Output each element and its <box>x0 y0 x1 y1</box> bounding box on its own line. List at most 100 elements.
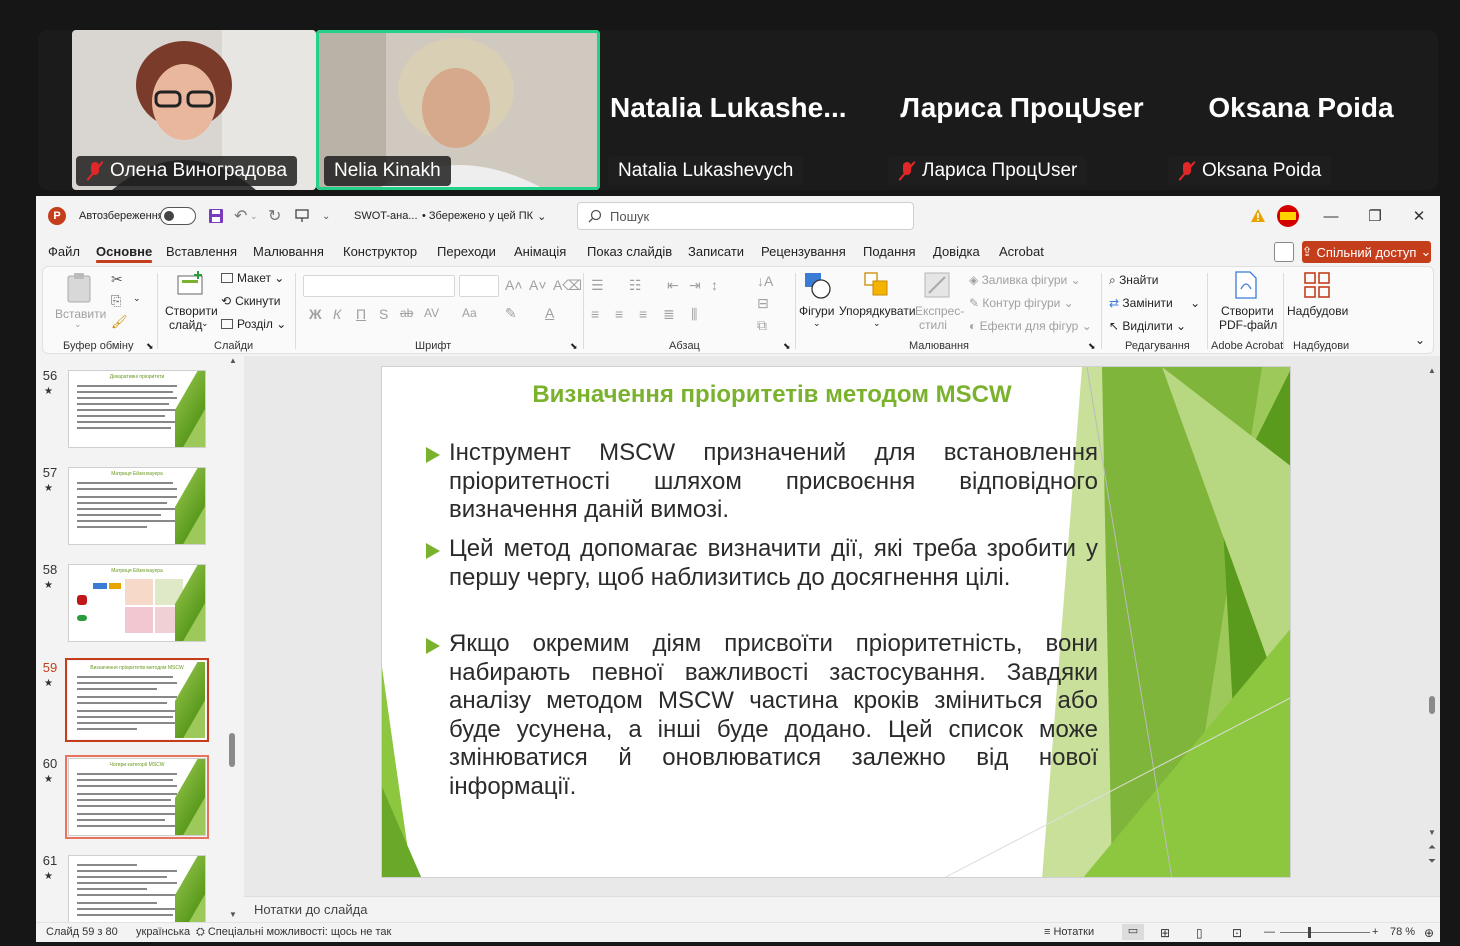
zoom-in-icon[interactable]: + <box>1372 926 1378 938</box>
slide-bullet[interactable]: Якщо окремим діям присвоїти пріоритетніс… <box>426 630 1098 801</box>
character-spacing-button[interactable]: AV <box>424 306 439 320</box>
decrease-font-icon[interactable]: A˅ <box>529 277 547 293</box>
slide-counter[interactable]: Слайд 59 з 80 <box>46 926 118 938</box>
tab-insert[interactable]: Вставлення <box>166 244 237 259</box>
align-right-icon[interactable]: ≡ <box>639 306 647 322</box>
zoom-slider-thumb[interactable] <box>1308 927 1311 938</box>
zoom-level[interactable]: 78 % <box>1390 926 1415 938</box>
section-button[interactable]: Розділ ⌄ <box>221 317 286 331</box>
shapes-button[interactable] <box>803 271 833 302</box>
zoom-out-icon[interactable]: — <box>1264 926 1275 938</box>
participant-tile[interactable]: Natalia Lukashe... Natalia Lukashevych <box>604 30 880 190</box>
undo-dropdown-icon[interactable]: ⌄ <box>250 196 258 236</box>
new-slide-button[interactable] <box>176 271 204 300</box>
shape-outline-button[interactable]: ✎ Контур фігури ⌄ <box>969 296 1074 310</box>
italic-button[interactable]: К <box>333 306 341 322</box>
participant-tile[interactable]: Oksana Poida Oksana Poida <box>1164 30 1438 190</box>
share-button[interactable]: ⇪ Спільний доступ ⌄ <box>1302 241 1431 263</box>
align-left-icon[interactable]: ≡ <box>591 306 599 322</box>
dialog-launcher-icon[interactable]: ⬊ <box>570 341 578 352</box>
find-button[interactable]: ⌕ Знайти <box>1109 273 1159 288</box>
addins-button[interactable] <box>1303 271 1331 302</box>
dialog-launcher-icon[interactable]: ⬊ <box>146 341 154 352</box>
bullets-icon[interactable]: ☰ <box>591 277 604 294</box>
minimize-icon[interactable]: — <box>1309 196 1353 236</box>
scrollbar-thumb[interactable] <box>1429 696 1435 714</box>
underline-button[interactable]: П <box>356 306 366 322</box>
thumbnails-scrollbar[interactable] <box>229 733 235 767</box>
clear-formatting-icon[interactable]: A⌫ <box>553 277 582 294</box>
comments-button[interactable] <box>1274 242 1294 262</box>
tab-transitions[interactable]: Переходи <box>437 244 496 259</box>
smartart-icon[interactable]: ⧉ <box>757 317 767 334</box>
tab-view[interactable]: Подання <box>863 244 916 259</box>
save-status[interactable]: • Збережено у цей ПК ⌄ <box>422 196 546 236</box>
increase-font-icon[interactable]: A˄ <box>505 277 523 293</box>
account-avatar[interactable] <box>1276 196 1300 236</box>
slide-bullet[interactable]: Інструмент MSCW призначений для встановл… <box>426 439 1098 525</box>
align-text-icon[interactable]: ⊟ <box>757 295 769 312</box>
layout-button[interactable]: Макет ⌄ <box>221 271 284 285</box>
redo-icon[interactable]: ↻ <box>268 196 281 236</box>
arrange-button[interactable] <box>863 271 891 302</box>
slide-title[interactable]: Визначення пріоритетів методом MSCW <box>382 381 1162 409</box>
increase-indent-icon[interactable]: ⇥ <box>689 277 701 294</box>
shape-effects-button[interactable]: ◐ Ефекти для фігур ⌄ <box>969 319 1092 333</box>
select-button[interactable]: ↖ Виділити ⌄ <box>1109 319 1186 333</box>
copy-icon[interactable]: ⎘ <box>111 293 121 309</box>
previous-slide-icon[interactable]: ⏶ <box>1428 842 1436 853</box>
close-icon[interactable]: ✕ <box>1397 196 1441 236</box>
zoom-slider[interactable] <box>1280 932 1370 933</box>
strikethrough-button[interactable]: ab <box>400 306 413 320</box>
tab-draw[interactable]: Малювання <box>253 244 324 259</box>
notes-pane[interactable]: Нотатки до слайда <box>244 896 1440 922</box>
dialog-launcher-icon[interactable]: ⬊ <box>1088 341 1096 352</box>
font-color-icon[interactable]: A <box>545 305 554 321</box>
thumbnail-slide[interactable]: Матриця Ейзенхауера <box>68 467 206 545</box>
tab-review[interactable]: Рецензування <box>761 244 846 259</box>
tab-design[interactable]: Конструктор <box>343 244 417 259</box>
scroll-up-icon[interactable]: ▲ <box>229 356 237 365</box>
tab-file[interactable]: Файл <box>48 244 80 259</box>
normal-view-icon[interactable]: ▭ <box>1122 924 1144 940</box>
participant-tile-active[interactable]: Nelia Kinakh <box>316 30 600 190</box>
editor-scrollbar[interactable]: ▲ ▼ <box>1428 366 1436 837</box>
align-center-icon[interactable]: ≡ <box>615 306 623 322</box>
tab-help[interactable]: Довідка <box>933 244 980 259</box>
tab-acrobat[interactable]: Acrobat <box>999 244 1044 259</box>
change-case-button[interactable]: Aa <box>462 306 477 320</box>
undo-icon[interactable]: ↶ <box>234 196 247 236</box>
thumbnail-slide[interactable]: Визначення пріоритетів методом MSCW <box>65 658 209 742</box>
participant-tile[interactable]: Олена Виноградова <box>72 30 316 190</box>
tab-animations[interactable]: Анімація <box>514 244 566 259</box>
highlight-icon[interactable]: ✎ <box>505 305 517 322</box>
participant-tile[interactable]: Лариса ПроцUser Лариса ПроцUser <box>884 30 1160 190</box>
thumbnail-slide[interactable]: Декаративні пріоритети <box>68 370 206 448</box>
scroll-down-icon[interactable]: ▼ <box>229 910 237 919</box>
collapse-ribbon-icon[interactable]: ⌄ <box>1415 333 1425 347</box>
numbering-icon[interactable]: ☷ <box>629 277 642 294</box>
decrease-indent-icon[interactable]: ⇤ <box>667 277 679 294</box>
reset-button[interactable]: ⟲ Скинути <box>221 294 281 308</box>
language-indicator[interactable]: українська <box>136 926 190 938</box>
autosave-toggle[interactable] <box>160 207 196 225</box>
justify-icon[interactable]: ≣ <box>663 306 675 323</box>
thumbnail-slide[interactable] <box>68 855 206 924</box>
notes-toggle[interactable]: ≡ Нотатки <box>1044 926 1094 938</box>
fit-to-window-icon[interactable]: ⊕ <box>1424 926 1434 940</box>
text-direction-icon[interactable]: ↓A <box>757 273 773 289</box>
quick-styles-button[interactable] <box>923 271 951 302</box>
tab-slideshow[interactable]: Показ слайдів <box>587 244 672 259</box>
slide-canvas[interactable]: Визначення пріоритетів методом MSCW Інст… <box>381 366 1291 878</box>
tab-record[interactable]: Записати <box>688 244 744 259</box>
thumbnail-slide[interactable]: Чотири категорії MSCW <box>65 755 209 839</box>
customize-toolbar-icon[interactable]: ⌄ <box>322 196 330 236</box>
tab-home[interactable]: Основне <box>96 244 153 263</box>
reading-view-icon[interactable]: ▯ <box>1196 926 1203 940</box>
slideshow-icon[interactable]: ⊡ <box>1232 926 1242 940</box>
next-slide-icon[interactable]: ⏷ <box>1428 856 1436 867</box>
columns-icon[interactable]: ⫼ <box>691 306 697 323</box>
shadow-button[interactable]: S <box>379 306 388 322</box>
paste-button[interactable] <box>65 273 93 306</box>
file-name[interactable]: SWOT-ана... <box>354 196 418 236</box>
